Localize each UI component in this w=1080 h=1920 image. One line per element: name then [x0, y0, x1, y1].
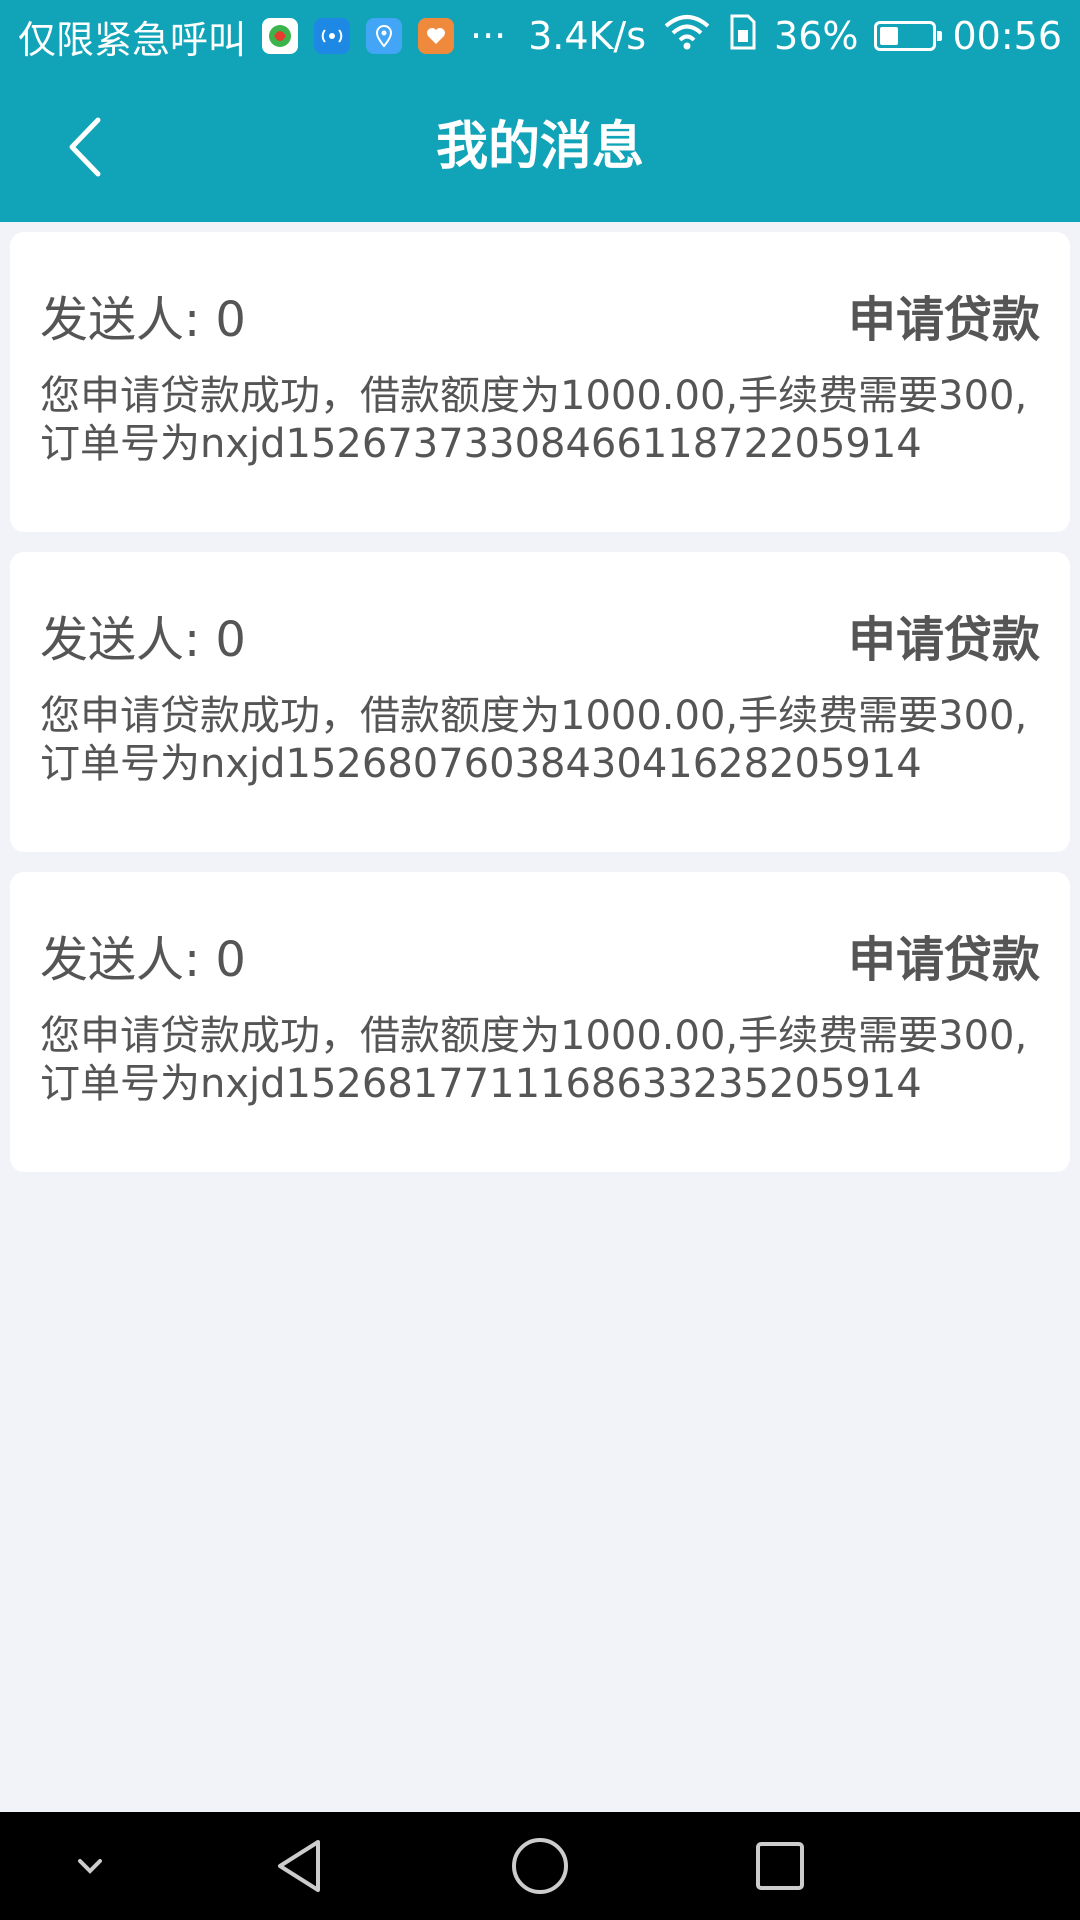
more-notifications-indicator: ··· [470, 14, 507, 58]
message-sender: 发送人: 0 [40, 292, 246, 348]
message-sender: 发送人: 0 [40, 612, 246, 668]
navigation-bar [0, 1812, 1080, 1920]
home-circle-icon [512, 1838, 568, 1894]
app-icon-green [262, 18, 299, 54]
location-pin-icon [366, 18, 403, 54]
wifi-icon [662, 12, 712, 61]
carrier-text: 仅限紧急呼叫 [18, 17, 247, 62]
hide-nav-button[interactable] [30, 1812, 150, 1920]
message-content: 您申请贷款成功，借款额度为1000.00,手续费需要300,订单号为nxjd15… [40, 1013, 1028, 1107]
nav-back-button[interactable] [240, 1812, 360, 1920]
message-card[interactable]: 发送人: 0 申请贷款 您申请贷款成功，借款额度为1000.00,手续费需要30… [10, 232, 1070, 532]
message-card[interactable]: 发送人: 0 申请贷款 您申请贷款成功，借款额度为1000.00,手续费需要30… [10, 872, 1070, 1172]
title-bar: 我的消息 [0, 72, 1080, 222]
recents-square-icon [756, 1842, 804, 1890]
message-type: 申请贷款 [847, 932, 1040, 988]
message-card[interactable]: 发送人: 0 申请贷款 您申请贷款成功，借款额度为1000.00,手续费需要30… [10, 552, 1070, 852]
back-button[interactable] [40, 102, 130, 192]
message-type: 申请贷款 [847, 292, 1040, 348]
page-title: 我的消息 [435, 117, 644, 177]
battery-percent: 36% [774, 14, 859, 58]
nav-home-button[interactable] [480, 1812, 600, 1920]
message-list: 发送人: 0 申请贷款 您申请贷款成功，借款额度为1000.00,手续费需要30… [10, 232, 1070, 1192]
status-left: 仅限紧急呼叫 ··· [18, 9, 506, 64]
message-sender: 发送人: 0 [40, 932, 246, 988]
status-bar: 仅限紧急呼叫 ··· 3.4K/s 36% 00:56 [0, 0, 1080, 72]
chevron-down-icon [78, 1859, 102, 1874]
battery-icon [874, 21, 943, 51]
health-app-icon [418, 18, 455, 54]
status-right: 3.4K/s 36% 00:56 [528, 12, 1062, 61]
signal-broadcast-icon [314, 18, 351, 54]
message-content: 您申请贷款成功，借款额度为1000.00,手续费需要300,订单号为nxjd15… [40, 373, 1028, 467]
network-speed: 3.4K/s [528, 14, 647, 58]
nav-recents-button[interactable] [720, 1812, 840, 1920]
status-time: 00:56 [952, 14, 1062, 58]
message-content: 您申请贷款成功，借款额度为1000.00,手续费需要300,订单号为nxjd15… [40, 693, 1028, 787]
chevron-left-icon [69, 117, 101, 177]
message-type: 申请贷款 [847, 612, 1040, 668]
sim-card-icon [728, 12, 758, 61]
battery-level [880, 27, 899, 45]
back-triangle-icon [278, 1840, 320, 1892]
